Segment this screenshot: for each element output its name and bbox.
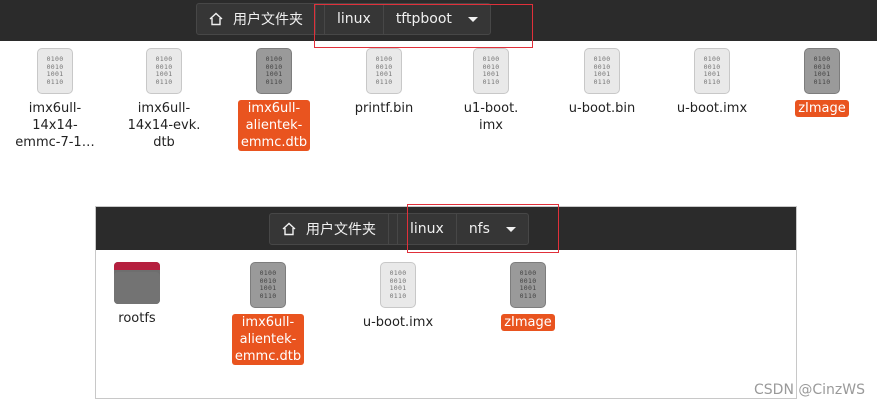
file-item[interactable]: rootfs [87, 262, 187, 327]
chevron-down-icon[interactable] [467, 16, 478, 22]
file-item[interactable]: 0100 0010 1001 0110 imx6ull- 14x14-evk. dtb [114, 48, 214, 151]
breadcrumb-current[interactable]: tftpboot [384, 4, 490, 34]
file-item[interactable]: 0100 0010 1001 0110 u-boot.imx [662, 48, 762, 117]
folder-icon [114, 262, 160, 304]
binary-file-icon: 0100 0010 1001 0110 [250, 262, 286, 308]
binary-file-icon: 0100 0010 1001 0110 [584, 48, 620, 94]
breadcrumb-linux[interactable]: linux [324, 4, 384, 34]
binary-file-icon: 0100 0010 1001 0110 [146, 48, 182, 94]
file-item[interactable]: 0100 0010 1001 0110 imx6ull-alientek-emmc.dt… [224, 48, 324, 151]
screenshot-composite: 用户文件夹 linux tftpboot 0100 0010 1001 0110 imx… [0, 0, 877, 407]
home-icon [209, 12, 223, 26]
file-item[interactable]: 0100 0010 1001 0110 u1-boot. imx [441, 48, 541, 134]
file-item[interactable]: 0100 0010 1001 0110 imx6ull-alientek-emmc.dt… [218, 262, 318, 365]
breadcrumb-current[interactable]: nfs [457, 214, 528, 244]
file-item[interactable]: 0100 0010 1001 0110 u-boot.imx [348, 262, 448, 331]
binary-file-icon: 0100 0010 1001 0110 [256, 48, 292, 94]
file-item[interactable]: 0100 0010 1001 0110 u-boot.bin [552, 48, 652, 117]
file-item[interactable]: 0100 0010 1001 0110 imx6ull- 14x14- emmc-7-1… [5, 48, 105, 151]
file-item[interactable]: 0100 0010 1001 0110 zImage [772, 48, 872, 117]
file-name: imx6ull-alientek-emmc.dtb [220, 314, 316, 365]
binary-file-icon: 0100 0010 1001 0110 [473, 48, 509, 94]
binary-file-icon: 0100 0010 1001 0110 [380, 262, 416, 308]
breadcrumb-current-label: nfs [468, 221, 490, 237]
home-icon [282, 222, 296, 236]
top-pathbar: 用户文件夹 linux tftpboot [0, 0, 877, 41]
file-name: u-boot.imx [676, 101, 748, 116]
binary-file-icon: 0100 0010 1001 0110 [804, 48, 840, 94]
breadcrumb-linux-label: linux [337, 11, 371, 27]
breadcrumb-home[interactable]: 用户文件夹 [197, 4, 316, 34]
binary-file-icon: 0100 0010 1001 0110 [366, 48, 402, 94]
binary-file-icon: 0100 0010 1001 0110 [694, 48, 730, 94]
chevron-down-icon[interactable] [505, 226, 516, 232]
breadcrumb-home-label: 用户文件夹 [306, 222, 376, 238]
file-item[interactable]: 0100 0010 1001 0110 zImage [478, 262, 578, 331]
file-name: imx6ull-alientek-emmc.dtb [226, 100, 322, 151]
breadcrumb-home-label: 用户文件夹 [233, 12, 303, 28]
file-item[interactable]: 0100 0010 1001 0110 printf.bin [334, 48, 434, 117]
file-name: imx6ull- 14x14-evk. dtb [127, 101, 201, 150]
breadcrumb-linux[interactable]: linux [397, 214, 457, 244]
breadcrumb-linux-label: linux [410, 221, 444, 237]
top-breadcrumb: 用户文件夹 linux tftpboot [196, 3, 491, 35]
binary-file-icon: 0100 0010 1001 0110 [37, 48, 73, 94]
bottom-breadcrumb: 用户文件夹 linux nfs [269, 213, 529, 245]
breadcrumb-current-label: tftpboot [395, 11, 452, 27]
breadcrumb-home[interactable]: 用户文件夹 [270, 214, 389, 244]
file-name: u1-boot. imx [463, 101, 519, 133]
file-name: u-boot.bin [568, 101, 636, 116]
file-name: rootfs [118, 311, 156, 326]
binary-file-icon: 0100 0010 1001 0110 [510, 262, 546, 308]
file-name: printf.bin [354, 101, 414, 116]
file-name: zImage [774, 100, 870, 117]
file-name: imx6ull- 14x14- emmc-7-1… [15, 101, 95, 150]
file-name: u-boot.imx [362, 315, 434, 330]
file-name: zImage [480, 314, 576, 331]
watermark: CSDN @CinzWS [754, 382, 865, 398]
